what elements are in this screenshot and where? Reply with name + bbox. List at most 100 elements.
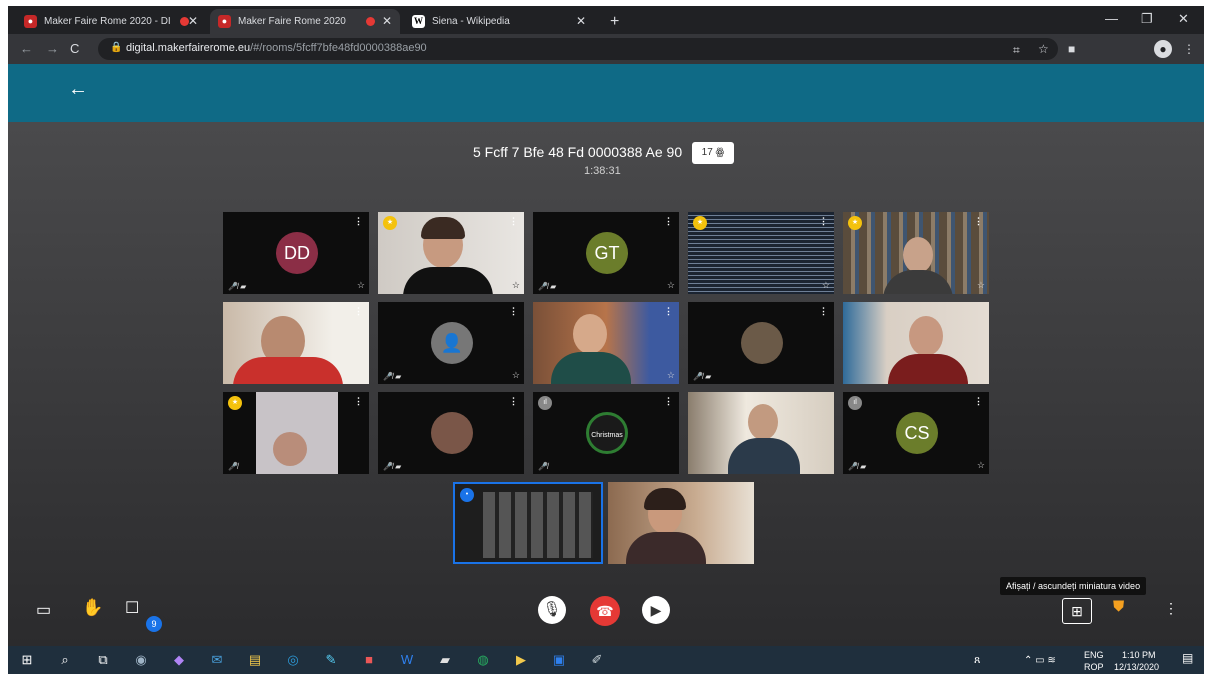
star-icon[interactable]: ☆ [512, 370, 520, 381]
zoom-icon[interactable]: ▣ [550, 651, 568, 669]
avatar: DD [276, 232, 318, 274]
participant-tile[interactable] [688, 392, 834, 474]
close-tab-icon[interactable]: ✕ [576, 9, 586, 34]
windows-start-icon[interactable]: ⊞ [18, 651, 36, 669]
participant-tile[interactable]: GT ⋮ 🎤̸ ▰ ☆ [533, 212, 679, 294]
speaker-badge-icon: ★ [693, 216, 707, 230]
tray-overflow-icon[interactable]: ⌃ ▭ ≋ [1024, 655, 1056, 666]
tile-menu-icon[interactable]: ⋮ [664, 396, 673, 407]
avatar: CS [896, 412, 938, 454]
screen-share-tile[interactable]: • [453, 482, 603, 564]
app-icon[interactable]: ◉ [132, 651, 150, 669]
participant-tile[interactable]: ★ ⋮ ☆ [378, 212, 524, 294]
browser-menu-icon[interactable]: ⋮ [1183, 40, 1195, 58]
tile-menu-icon[interactable]: ⋮ [509, 216, 518, 227]
maximize-icon[interactable]: ❐ [1141, 8, 1153, 30]
camera-button[interactable]: ▶ [642, 596, 670, 624]
office-icon[interactable]: ■ [360, 651, 378, 669]
tile-view-icon[interactable]: ⊞ [1062, 598, 1092, 624]
screen: ● Maker Faire Rome 2020 - DI ✕ ● Maker F… [8, 6, 1204, 674]
tile-menu-icon[interactable]: ⋮ [354, 396, 363, 407]
meeting-timer: 1:38:31 [584, 165, 621, 177]
avatar-photo [431, 412, 473, 454]
star-icon[interactable]: ☆ [667, 370, 675, 381]
minimize-icon[interactable]: — [1105, 8, 1118, 30]
camera-indicator-icon[interactable]: ■ [1068, 40, 1075, 58]
people-icon[interactable]: ጸ [974, 655, 980, 666]
tile-menu-icon[interactable]: ⋮ [354, 306, 363, 317]
close-tab-icon[interactable]: ✕ [382, 9, 392, 34]
back-icon[interactable]: ← [20, 40, 33, 58]
participant-tile[interactable]: ⋮ [223, 302, 369, 384]
star-icon[interactable]: ☆ [667, 280, 675, 291]
star-icon[interactable]: ☆ [512, 280, 520, 291]
profile-icon[interactable]: ● [1154, 40, 1172, 58]
bookmark-star-icon[interactable]: ☆ [1038, 40, 1049, 58]
security-shield-icon[interactable]: ⛊ [1113, 598, 1124, 615]
forward-icon[interactable]: → [46, 40, 59, 58]
tab-3[interactable]: W Siena - Wikipedia ✕ [404, 9, 594, 34]
participant-tile[interactable]: 👤 ⋮ 🎤̸ ▰ ☆ [378, 302, 524, 384]
self-badge-icon: • [460, 488, 474, 502]
screen-share-icon[interactable]: ▭ [36, 600, 51, 620]
participant-tile[interactable] [843, 302, 989, 384]
language-bottom[interactable]: ROP [1084, 662, 1104, 673]
avatar-initials: DD [284, 243, 310, 263]
back-arrow-button[interactable]: ← [68, 78, 88, 101]
translate-icon[interactable]: ⌗ [1013, 41, 1020, 59]
task-view-icon[interactable]: ⧉ [94, 651, 112, 669]
new-tab-button[interactable]: + [610, 9, 619, 34]
visual-studio-icon[interactable]: ◆ [170, 651, 188, 669]
participant-tile[interactable]: Christmas ıl ⋮ 🎤̸ [533, 392, 679, 474]
tile-menu-icon[interactable]: ⋮ [819, 306, 828, 317]
raise-hand-icon[interactable]: ✋ [82, 598, 103, 618]
tile-menu-icon[interactable]: ⋮ [664, 216, 673, 227]
tile-menu-icon[interactable]: ⋮ [509, 396, 518, 407]
chat-icon[interactable]: ☐ [125, 598, 139, 618]
star-icon[interactable]: ☆ [822, 280, 830, 291]
notifications-icon[interactable]: ▤ [1182, 652, 1193, 664]
language-top[interactable]: ENG [1084, 650, 1104, 661]
document-app-icon[interactable]: ▰ [436, 651, 454, 669]
search-icon[interactable]: ⌕ [56, 651, 74, 669]
tab-1[interactable]: ● Maker Faire Rome 2020 - DI ✕ [16, 9, 206, 34]
edge-icon[interactable]: ◎ [284, 651, 302, 669]
participant-count-badge[interactable]: 17 ꙮ [692, 142, 734, 164]
participant-tile[interactable]: ★ ⋮ ☆ [688, 212, 834, 294]
participant-tile[interactable] [608, 482, 754, 564]
paint-icon[interactable]: ✎ [322, 651, 340, 669]
app-icon[interactable]: ▶ [512, 651, 530, 669]
participant-tile[interactable]: ★ ⋮ 🎤̸ [223, 392, 369, 474]
address-bar[interactable]: 🔒 digital.makerfairerome.eu/#/rooms/5fcf… [98, 38, 1058, 60]
participant-tile[interactable]: ⋮ 🎤̸ ▰ [688, 302, 834, 384]
star-icon[interactable]: ☆ [977, 280, 985, 291]
word-icon[interactable]: W [398, 651, 416, 669]
reload-icon[interactable]: C [70, 40, 79, 58]
tile-menu-icon[interactable]: ⋮ [509, 306, 518, 317]
close-icon[interactable]: ✕ [1178, 8, 1189, 30]
participant-tile[interactable]: ⋮ ☆ [533, 302, 679, 384]
hang-up-button[interactable]: ☎ [590, 596, 620, 626]
tab-2[interactable]: ● Maker Faire Rome 2020 ✕ [210, 9, 400, 34]
participant-tile[interactable]: ★ ⋮ ☆ [843, 212, 989, 294]
file-explorer-icon[interactable]: ▤ [246, 651, 264, 669]
star-icon[interactable]: ☆ [977, 460, 985, 471]
tool-icon[interactable]: ✐ [588, 651, 606, 669]
microphone-button[interactable]: 🎙 [538, 596, 566, 624]
tile-menu-icon[interactable]: ⋮ [354, 216, 363, 227]
tile-menu-icon[interactable]: ⋮ [974, 396, 983, 407]
clock-date[interactable]: 12/13/2020 [1114, 662, 1159, 673]
clock-time[interactable]: 1:10 PM [1122, 650, 1156, 661]
star-icon[interactable]: ☆ [357, 280, 365, 291]
participant-tile[interactable]: CS ıl ⋮ 🎤̸ ▰ ☆ [843, 392, 989, 474]
tile-menu-icon[interactable]: ⋮ [664, 306, 673, 317]
participant-tile[interactable]: DD ⋮ 🎤̸ ▰ ☆ [223, 212, 369, 294]
participant-tile[interactable]: ⋮ 🎤̸ ▰ [378, 392, 524, 474]
tile-menu-icon[interactable]: ⋮ [974, 216, 983, 227]
tile-menu-icon[interactable]: ⋮ [819, 216, 828, 227]
close-tab-icon[interactable]: ✕ [188, 9, 198, 34]
more-options-icon[interactable]: ⋮ [1164, 600, 1178, 617]
signal-badge-icon: ıl [538, 396, 552, 410]
mail-icon[interactable]: ✉ [208, 651, 226, 669]
chrome-icon[interactable]: ◍ [474, 651, 492, 669]
